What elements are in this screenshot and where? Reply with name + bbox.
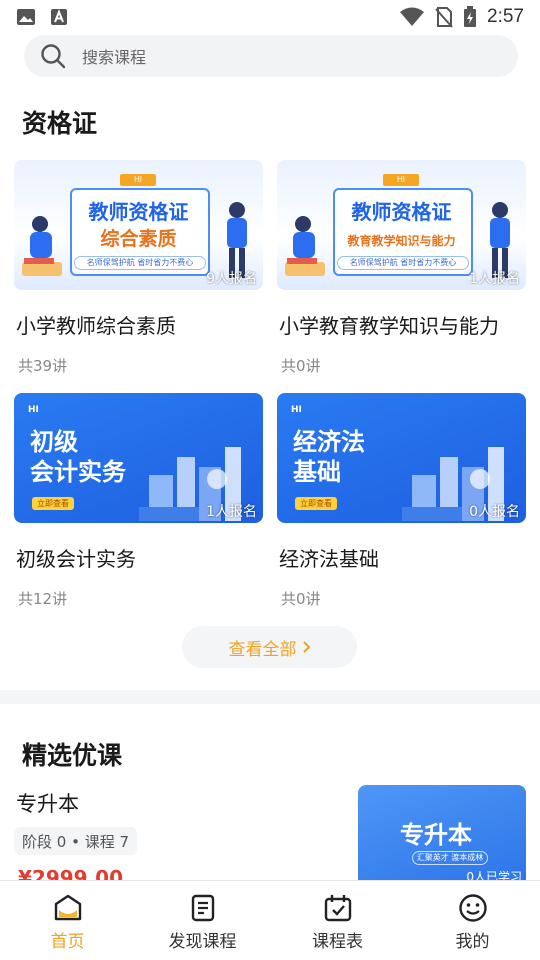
discover-icon: [191, 894, 214, 922]
thumb-subtitle: 汇聚英才 渡本成林: [412, 851, 488, 865]
enrollment-badge: 1人报名: [469, 271, 520, 287]
search-bar[interactable]: 搜索课程: [24, 35, 518, 77]
section-title-qualification: 资格证: [22, 109, 98, 138]
calendar-icon: [324, 895, 351, 922]
view-all-label: 查看全部: [228, 639, 297, 660]
course-card[interactable]: HI 经济法 基础 立即查看 0人报名 经济法基础 共0讲: [277, 393, 526, 623]
brand-logo: HI: [291, 405, 302, 415]
brand-logo: HI: [120, 174, 156, 186]
banner-title: 经济法 基础: [293, 428, 365, 486]
bottom-navigation: 首页 发现课程 课程表 我的: [0, 880, 540, 960]
course-card[interactable]: HI 初级 会计实务 立即查看 1人报名 初级会计实务 共12讲: [14, 393, 263, 623]
lecture-count: 共39讲: [18, 357, 68, 375]
banner-button: 立即查看: [295, 497, 337, 510]
featured-course-title[interactable]: 专升本: [16, 788, 79, 818]
enrollment-badge: 0人报名: [469, 504, 520, 520]
chevron-right-icon: [302, 641, 310, 653]
profile-icon: [458, 894, 487, 922]
search-placeholder: 搜索课程: [82, 48, 147, 67]
course-thumbnail[interactable]: HI 初级 会计实务 立即查看 1人报名: [14, 393, 263, 523]
home-icon: [54, 894, 81, 921]
nav-label-schedule: 课程表: [312, 932, 363, 952]
banner-tagline: 名师保驾护航 省时省力不费心: [74, 256, 206, 270]
section-title-featured: 精选优课: [22, 741, 123, 770]
brand-logo: HI: [28, 405, 39, 415]
course-title[interactable]: 小学教师综合素质: [16, 310, 176, 339]
a-notification-icon: [51, 9, 67, 25]
course-card[interactable]: HI 教师资格证 综合素质 名师保驾护航 省时省力不费心 9人报名 小学教师综合…: [14, 160, 263, 390]
featured-course-meta: 阶段 0 • 课程 7: [14, 827, 138, 855]
course-thumbnail[interactable]: HI 教师资格证 综合素质 名师保驾护航 省时省力不费心 9人报名: [14, 160, 263, 290]
banner-button: 立即查看: [32, 497, 74, 510]
banner-title: 初级 会计实务: [30, 428, 126, 486]
nav-item-discover[interactable]: 发现课程: [135, 881, 270, 960]
brand-logo: HI: [383, 174, 419, 186]
featured-course-thumbnail[interactable]: 专升本 汇聚英才 渡本成林 0人已学习: [358, 785, 526, 885]
course-thumbnail[interactable]: HI 教师资格证 教育教学知识与能力 名师保驾护航 省时省力不费心 1人报名: [277, 160, 526, 290]
no-sim-icon: [435, 7, 453, 28]
thumb-title: 专升本: [400, 820, 472, 849]
lecture-count: 共0讲: [281, 357, 321, 375]
student-illustration: [22, 216, 62, 276]
student-illustration: [285, 216, 325, 276]
enrollment-badge: 9人报名: [206, 271, 257, 287]
status-bar: 2:57: [0, 0, 540, 34]
lecture-count: 共12讲: [18, 590, 68, 608]
course-card[interactable]: HI 教师资格证 教育教学知识与能力 名师保驾护航 省时省力不费心 1人报名 小…: [277, 160, 526, 390]
section-divider: [0, 690, 540, 704]
course-title[interactable]: 小学教育教学知识与能力: [279, 310, 499, 339]
nav-label-discover: 发现课程: [168, 932, 237, 952]
clock: 2:57: [487, 6, 524, 27]
lecture-count: 共0讲: [281, 590, 321, 608]
banner-tagline: 名师保驾护航 省时省力不费心: [337, 256, 469, 270]
enrollment-badge: 1人报名: [206, 504, 257, 520]
battery-charging-icon: [464, 6, 477, 27]
search-icon: [41, 44, 66, 69]
wifi-icon: [400, 7, 425, 26]
nav-item-profile[interactable]: 我的: [405, 881, 540, 960]
nav-item-schedule[interactable]: 课程表: [270, 881, 405, 960]
course-title[interactable]: 初级会计实务: [16, 543, 136, 572]
nav-item-home[interactable]: 首页: [0, 881, 135, 960]
view-all-button[interactable]: 查看全部: [182, 626, 357, 668]
nav-label-profile: 我的: [455, 932, 490, 952]
course-thumbnail[interactable]: HI 经济法 基础 立即查看 0人报名: [277, 393, 526, 523]
nav-label-home: 首页: [50, 932, 85, 952]
course-title[interactable]: 经济法基础: [279, 543, 379, 572]
gallery-icon: [17, 9, 35, 25]
